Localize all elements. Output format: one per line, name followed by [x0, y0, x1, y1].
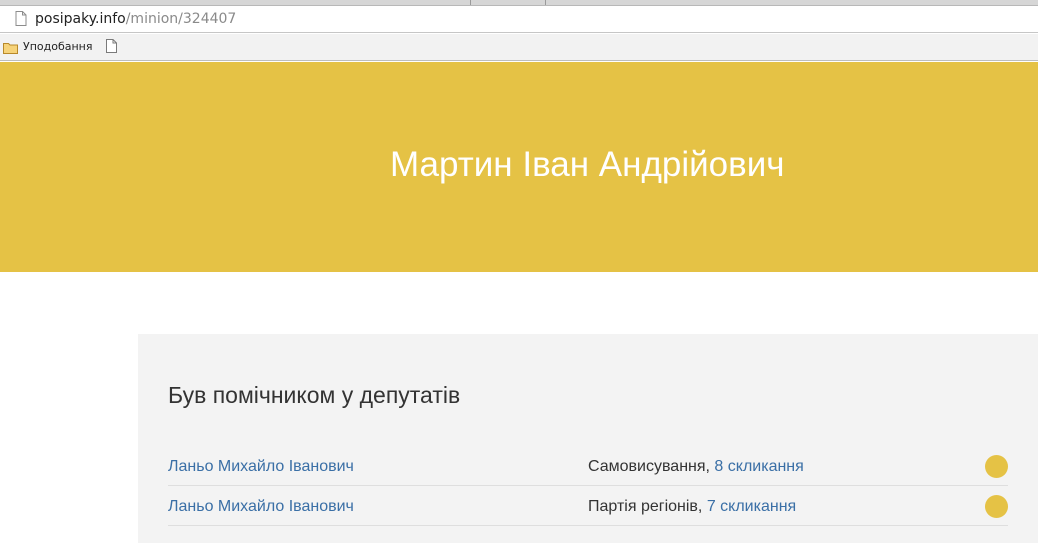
- tab-divider: [545, 0, 546, 5]
- status-dot: [985, 495, 1008, 518]
- document-icon[interactable]: [106, 39, 117, 53]
- url-path: /minion/324407: [125, 11, 237, 27]
- party-info: Самовисування, 8 скликання: [588, 458, 804, 476]
- table-row: Ланьо Михайло Іванович Партія регіонів, …: [168, 487, 1008, 526]
- section-heading: Був помічником у депутатів: [168, 382, 461, 408]
- convocation-link[interactable]: 8 скликання: [714, 458, 803, 475]
- page-title: Мартин Іван Андрійович: [390, 145, 785, 184]
- assistant-of-panel: Був помічником у депутатів Ланьо Михайло…: [138, 334, 1038, 543]
- party-name: Партія регіонів: [588, 498, 698, 515]
- deputy-link[interactable]: Ланьо Михайло Іванович: [168, 458, 354, 476]
- profile-header: Мартин Іван Андрійович: [0, 62, 1038, 272]
- convocation-link[interactable]: 7 скликання: [707, 498, 796, 515]
- bookmarks-folder-label[interactable]: Уподобання: [23, 40, 93, 54]
- bookmarks-bar: Уподобання: [0, 34, 1038, 61]
- url-domain: posipaky.info: [35, 11, 126, 27]
- deputy-link[interactable]: Ланьо Михайло Іванович: [168, 498, 354, 516]
- url-text[interactable]: posipaky.info/minion/324407: [35, 10, 236, 28]
- party-name: Самовисування: [588, 458, 706, 475]
- party-separator: ,: [697, 498, 707, 515]
- address-bar[interactable]: posipaky.info/minion/324407: [0, 6, 1038, 33]
- page-icon: [15, 11, 27, 26]
- table-row: Ланьо Михайло Іванович Самовисування, 8 …: [168, 447, 1008, 486]
- status-dot: [985, 455, 1008, 478]
- party-info: Партія регіонів, 7 скликання: [588, 498, 796, 516]
- tab-divider: [470, 0, 471, 5]
- folder-icon[interactable]: [3, 41, 18, 54]
